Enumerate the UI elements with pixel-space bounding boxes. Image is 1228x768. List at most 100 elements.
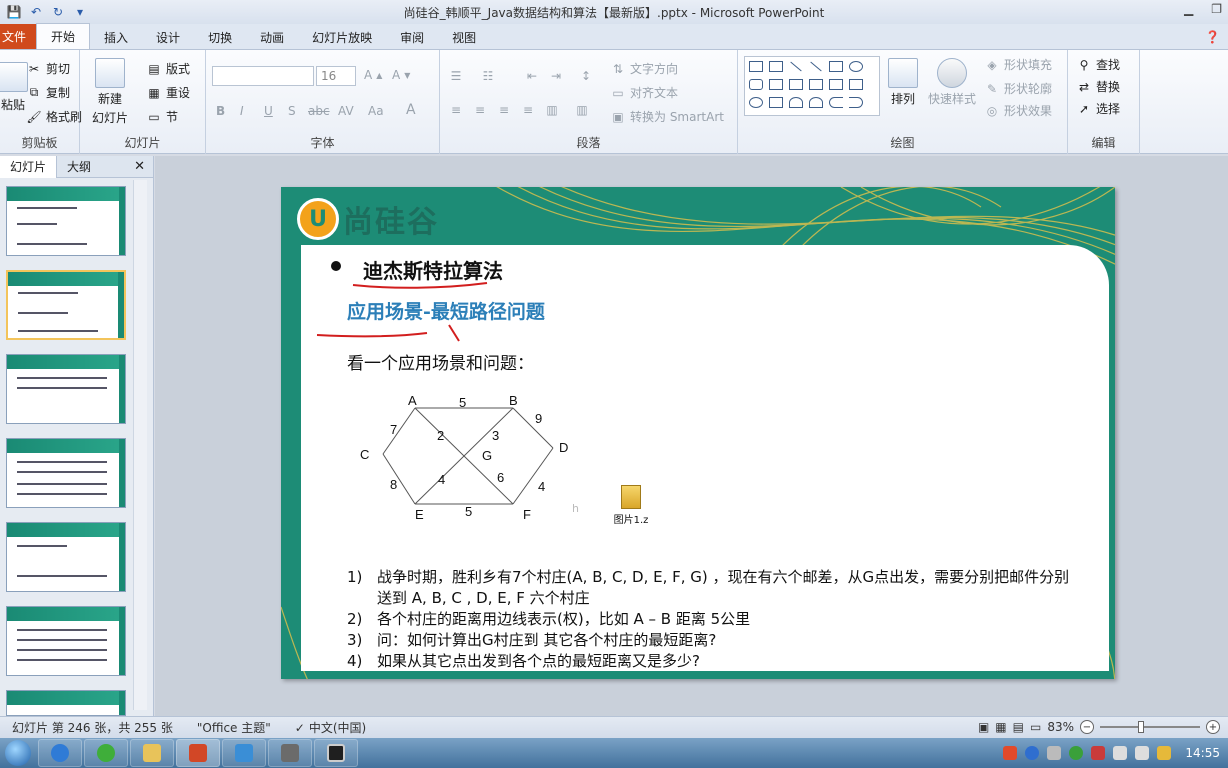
- arrange-button[interactable]: 排列: [888, 58, 918, 107]
- curve-shape-icon[interactable]: [809, 97, 823, 108]
- slide-thumbnail[interactable]: [6, 186, 126, 256]
- tab-file[interactable]: 文件: [0, 24, 37, 49]
- font-color-button[interactable]: A: [406, 102, 416, 118]
- network-icon[interactable]: [1113, 746, 1128, 760]
- increase-indent-button[interactable]: ⇥: [548, 68, 564, 84]
- zoom-level[interactable]: 83%: [1047, 720, 1074, 734]
- taskbar-tool-button[interactable]: [268, 739, 312, 767]
- decrease-indent-button[interactable]: ⇤: [524, 68, 540, 84]
- village-graph[interactable]: A B C D E F G 5 7 2 3 9 8 4 6 4 5: [353, 392, 573, 522]
- reading-view-icon[interactable]: ▤: [1013, 720, 1024, 734]
- text-direction-button[interactable]: ⇅ 文字方向: [610, 60, 678, 77]
- distributed-button[interactable]: ▥: [544, 102, 560, 118]
- columns-button[interactable]: ▥: [574, 102, 590, 118]
- bullets-button[interactable]: ☰: [448, 68, 464, 84]
- shape-outline-button[interactable]: ✎ 形状轮廓: [984, 80, 1052, 97]
- tab-design[interactable]: 设计: [142, 25, 194, 49]
- shadow-button[interactable]: S: [288, 104, 296, 118]
- section-button[interactable]: ▭ 节: [146, 108, 178, 125]
- down-arrow-shape-icon[interactable]: [849, 79, 863, 90]
- help-icon[interactable]: ❓: [1205, 30, 1220, 44]
- zoom-in-icon[interactable]: +: [1206, 720, 1220, 734]
- tab-outline[interactable]: 大纲: [57, 156, 101, 178]
- help-tray-icon[interactable]: [1025, 746, 1040, 760]
- slide-thumbnail[interactable]: [6, 438, 126, 508]
- right-arrow-shape-icon[interactable]: [829, 79, 843, 90]
- rounded-rect-shape-icon[interactable]: [749, 79, 763, 90]
- font-family-combo[interactable]: [212, 66, 314, 86]
- tab-home[interactable]: 开始: [36, 23, 91, 49]
- star-shape-icon[interactable]: [749, 97, 763, 108]
- tab-slideshow[interactable]: 幻灯片放映: [298, 25, 386, 49]
- tray-app-icon[interactable]: [1091, 746, 1106, 760]
- arrow-shape-icon[interactable]: [810, 61, 822, 72]
- tab-slides-thumbnails[interactable]: 幻灯片: [0, 155, 58, 178]
- quick-styles-button[interactable]: 快速样式: [928, 58, 976, 107]
- tab-insert[interactable]: 插入: [90, 25, 142, 49]
- slide-sorter-icon[interactable]: ▦: [995, 720, 1006, 734]
- copy-button[interactable]: ⧉ 复制: [26, 84, 70, 101]
- justify-button[interactable]: ≡: [520, 102, 536, 118]
- change-case-button[interactable]: Aa: [368, 104, 384, 118]
- lightning-shape-icon[interactable]: [769, 97, 783, 108]
- start-button[interactable]: [0, 738, 36, 768]
- paste-button[interactable]: 粘贴: [0, 62, 28, 113]
- font-size-combo[interactable]: 16: [316, 66, 356, 86]
- slide-thumbnail[interactable]: [6, 522, 126, 592]
- rectangle-shape-icon[interactable]: [829, 61, 843, 72]
- textbox-shape-icon[interactable]: [749, 61, 763, 72]
- tab-transitions[interactable]: 切换: [194, 25, 246, 49]
- zoom-slider-knob[interactable]: [1137, 721, 1144, 733]
- convert-smartart-button[interactable]: ▣ 转换为 SmartArt: [610, 108, 724, 125]
- embedded-file[interactable]: 图片1.z: [611, 485, 651, 526]
- taskbar-explorer-button[interactable]: [130, 739, 174, 767]
- triangle-shape-icon[interactable]: [769, 79, 783, 90]
- zoom-out-icon[interactable]: −: [1080, 720, 1094, 734]
- restore-icon[interactable]: ❐: [1211, 2, 1222, 16]
- tab-animations[interactable]: 动画: [246, 25, 298, 49]
- minimize-icon[interactable]: ▁: [1184, 2, 1193, 16]
- slide-thumbnail[interactable]: [6, 606, 126, 676]
- align-right-button[interactable]: ≡: [496, 102, 512, 118]
- left-brace-shape-icon[interactable]: [829, 97, 843, 108]
- char-spacing-button[interactable]: AV: [338, 104, 354, 118]
- slide-intro-text[interactable]: 看一个应用场景和问题：: [347, 349, 534, 374]
- taskbar-capture-button[interactable]: [314, 739, 358, 767]
- shapes-gallery[interactable]: [744, 56, 880, 116]
- format-painter-button[interactable]: 🖌 格式刷: [26, 108, 82, 125]
- shrink-font-button[interactable]: A ▼: [392, 68, 410, 82]
- shield-icon[interactable]: [1157, 746, 1172, 760]
- numbering-button[interactable]: ☷: [480, 68, 496, 84]
- question-list[interactable]: 1) 战争时期，胜利乡有7个村庄(A, B, C, D, E, F, G) ，现在…: [347, 567, 1077, 672]
- cut-button[interactable]: ✂ 剪切: [26, 60, 70, 77]
- taskbar-browser-button[interactable]: [84, 739, 128, 767]
- security-icon[interactable]: [1069, 746, 1084, 760]
- clock[interactable]: 14:55: [1185, 746, 1220, 760]
- shape-effects-button[interactable]: ◎ 形状效果: [984, 102, 1052, 119]
- slide-canvas[interactable]: U 尚硅谷 迪杰斯特拉算法 应用场景-最短路径问题 看一个应用场景和问题： A …: [281, 187, 1115, 679]
- vertical-textbox-shape-icon[interactable]: [769, 61, 783, 72]
- slide-subtitle[interactable]: 应用场景-最短路径问题: [347, 297, 545, 324]
- select-button[interactable]: ➚ 选择: [1076, 100, 1120, 117]
- italic-button[interactable]: I: [240, 104, 244, 118]
- align-center-button[interactable]: ≡: [472, 102, 488, 118]
- align-left-button[interactable]: ≡: [448, 102, 464, 118]
- tab-review[interactable]: 审阅: [386, 25, 438, 49]
- grow-font-button[interactable]: A ▲: [364, 68, 382, 82]
- line-shape-icon[interactable]: [790, 61, 802, 72]
- taskbar-app-button[interactable]: [222, 739, 266, 767]
- volume-icon[interactable]: [1135, 746, 1150, 760]
- slide-thumbnail[interactable]: [6, 690, 126, 716]
- normal-view-icon[interactable]: ▣: [978, 720, 989, 734]
- right-brace-shape-icon[interactable]: [849, 97, 863, 108]
- elbow-arrow-shape-icon[interactable]: [809, 79, 823, 90]
- close-icon[interactable]: ✕: [134, 159, 145, 174]
- line-spacing-button[interactable]: ↕: [578, 68, 594, 84]
- slides-scrollbar[interactable]: [133, 180, 147, 710]
- taskbar-ie-button[interactable]: [38, 739, 82, 767]
- slide-thumbnail[interactable]: [6, 354, 126, 424]
- reset-button[interactable]: ▦ 重设: [146, 84, 190, 101]
- input-method-icon[interactable]: [1003, 746, 1018, 760]
- oval-shape-icon[interactable]: [849, 61, 863, 72]
- bold-button[interactable]: B: [216, 104, 225, 118]
